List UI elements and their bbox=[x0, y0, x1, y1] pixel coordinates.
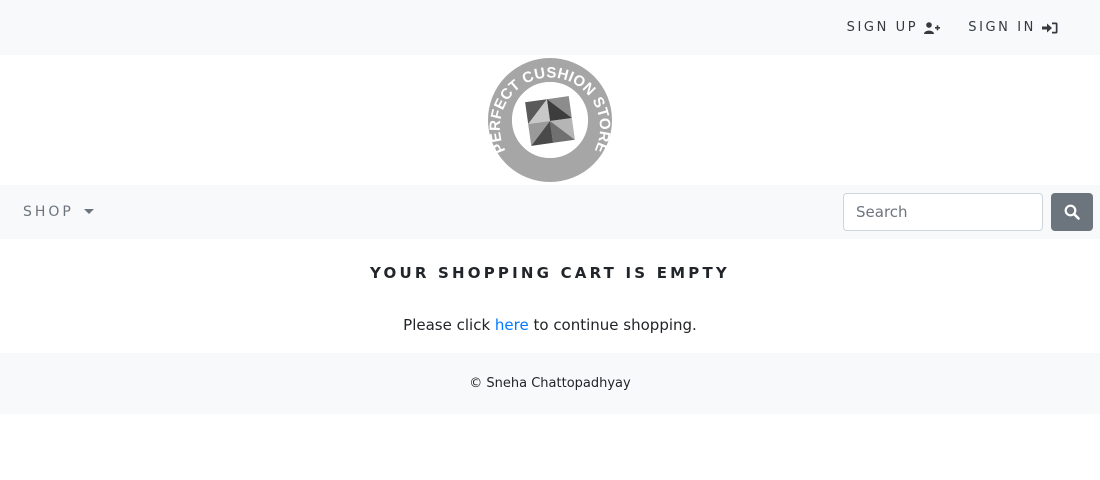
cart-text-before: Please click bbox=[403, 316, 495, 334]
search-form bbox=[843, 193, 1093, 231]
logo-section: PERFECT CUSHION STORE bbox=[0, 55, 1100, 185]
cart-section: YOUR SHOPPING CART IS EMPTY Please click… bbox=[0, 239, 1100, 353]
store-logo[interactable]: PERFECT CUSHION STORE bbox=[485, 55, 615, 185]
sign-up-label: SIGN UP bbox=[846, 20, 919, 35]
cart-text-after: to continue shopping. bbox=[528, 316, 697, 334]
top-bar: SIGN UP SIGN IN bbox=[0, 0, 1100, 55]
shop-dropdown[interactable]: SHOP bbox=[23, 204, 94, 220]
sign-in-link[interactable]: SIGN IN bbox=[968, 20, 1058, 35]
user-plus-icon bbox=[924, 21, 941, 34]
cushion-graphic bbox=[525, 96, 575, 146]
caret-down-icon bbox=[83, 208, 94, 214]
sign-in-label: SIGN IN bbox=[968, 20, 1036, 35]
shop-label: SHOP bbox=[23, 204, 74, 220]
main-navbar: SHOP bbox=[0, 185, 1100, 239]
footer: © Sneha Chattopadhyay bbox=[0, 353, 1100, 414]
cart-message: Please click here to continue shopping. bbox=[0, 316, 1100, 334]
sign-in-icon bbox=[1042, 22, 1058, 33]
continue-shopping-link[interactable]: here bbox=[495, 316, 529, 334]
search-button[interactable] bbox=[1051, 193, 1093, 231]
search-icon bbox=[1064, 204, 1080, 220]
cart-heading: YOUR SHOPPING CART IS EMPTY bbox=[369, 264, 730, 282]
search-input[interactable] bbox=[843, 193, 1043, 231]
sign-up-link[interactable]: SIGN UP bbox=[847, 20, 941, 35]
copyright-text: © Sneha Chattopadhyay bbox=[469, 376, 631, 391]
